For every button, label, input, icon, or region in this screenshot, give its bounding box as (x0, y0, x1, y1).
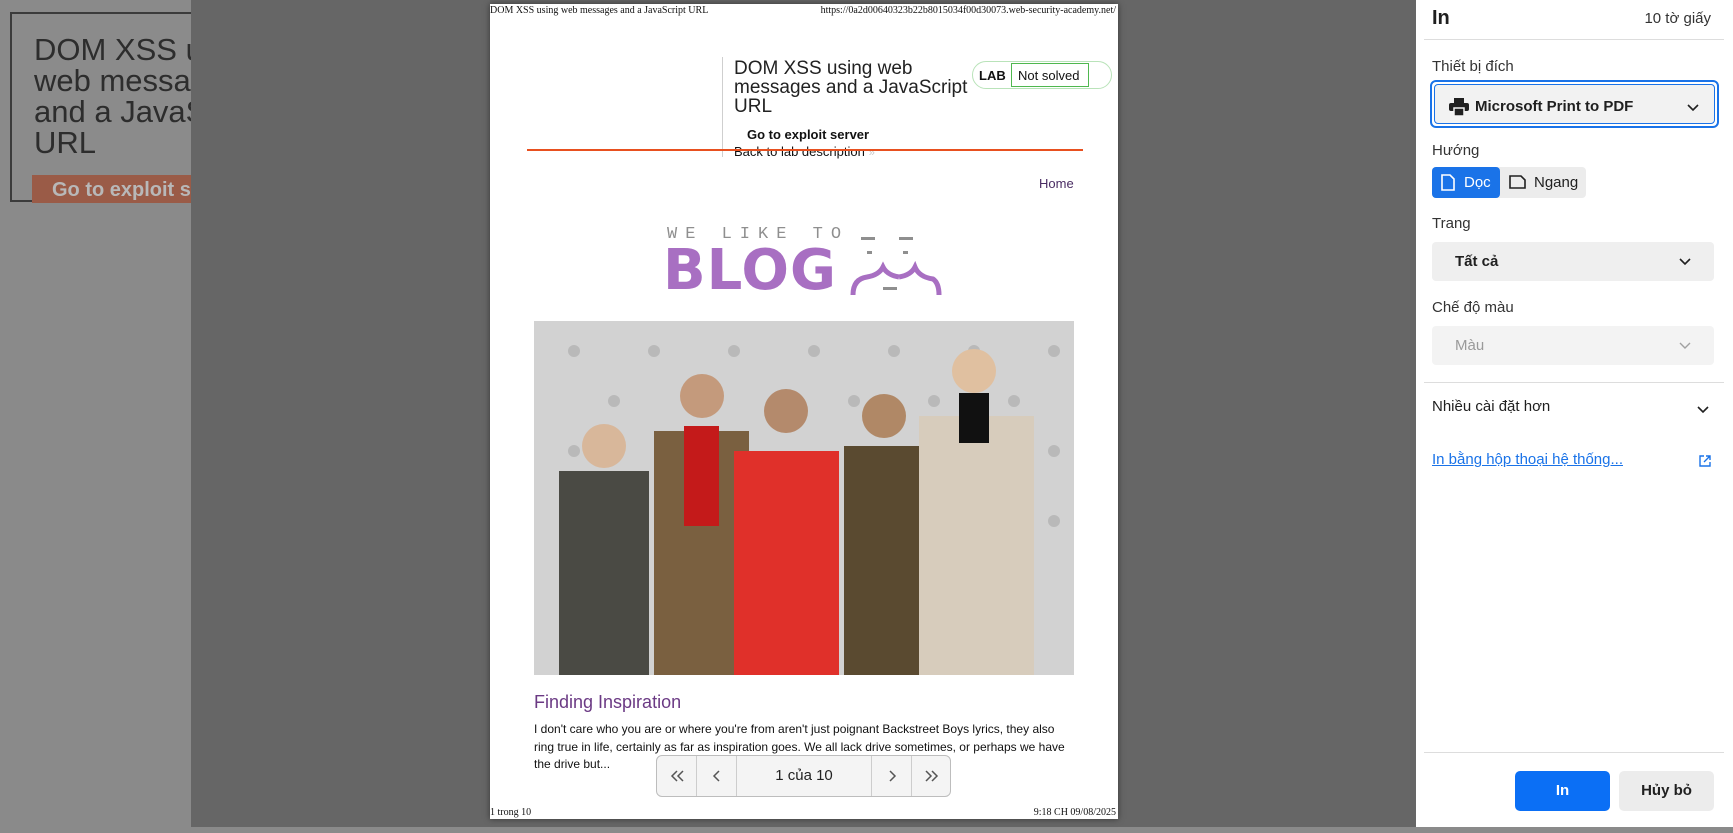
portrait-page-icon (1441, 174, 1455, 191)
lab-header-divider (722, 57, 723, 157)
color-mode-value: Màu (1455, 337, 1485, 354)
logo-word: BLOG (663, 238, 837, 303)
external-link-icon (1699, 455, 1711, 467)
back-to-description-link[interactable]: Back to lab description» (734, 144, 875, 159)
post-title[interactable]: Finding Inspiration (534, 692, 681, 713)
orientation-portrait-button[interactable]: Dọc (1432, 167, 1500, 198)
color-mode-label: Chế độ màu (1432, 299, 1514, 316)
page-header-title: DOM XSS using web messages and a JavaScr… (490, 5, 709, 16)
section-divider (1424, 382, 1724, 383)
orientation-landscape-button[interactable]: Ngang (1500, 167, 1586, 198)
lab-badge-label: LAB (979, 68, 1006, 83)
lab-header: DOM XSS using web messages and a JavaScr… (527, 49, 1112, 159)
next-page-button[interactable] (872, 756, 912, 796)
destination-value: Microsoft Print to PDF (1475, 98, 1634, 115)
sheet-count: 10 tờ giấy (1644, 10, 1711, 27)
pages-label: Trang (1432, 215, 1471, 232)
printer-icon (1449, 98, 1469, 116)
header-orange-rule (527, 149, 1083, 151)
more-settings-label: Nhiều cài đặt hơn (1432, 398, 1551, 415)
pages-value: Tất cả (1455, 253, 1499, 270)
more-settings-toggle[interactable]: Nhiều cài đặt hơn (1432, 398, 1714, 422)
double-chevron-right-icon (925, 770, 939, 782)
page-footer-count: 1 trong 10 (490, 807, 532, 818)
landscape-label: Ngang (1534, 174, 1579, 191)
landscape-page-icon (1509, 175, 1526, 189)
lab-status-text: Not solved (1011, 63, 1089, 87)
print-button[interactable]: In (1515, 771, 1610, 811)
lab-status-badge: LAB Not solved (972, 61, 1112, 89)
preview-page: DOM XSS using web messages and a JavaScr… (490, 4, 1118, 819)
chevron-left-icon (712, 770, 720, 782)
blog-logo: WE LIKE TO BLOG (663, 221, 953, 301)
footer-divider (1424, 752, 1724, 753)
chevron-down-icon (1679, 342, 1691, 349)
chevron-down-icon (1687, 104, 1699, 112)
back-link-label: Back to lab description (734, 144, 865, 159)
post-image (534, 321, 1074, 675)
header-divider (1424, 39, 1724, 40)
color-mode-select[interactable]: Màu (1432, 326, 1714, 365)
pages-select[interactable]: Tất cả (1432, 242, 1714, 281)
chevron-right-icon (888, 770, 896, 782)
logo-face-icon (850, 237, 942, 296)
print-settings-panel: In 10 tờ giấy Thiết bị đích Microsoft Pr… (1416, 0, 1733, 827)
chevron-down-icon (1679, 258, 1691, 266)
system-dialog-link[interactable]: In bằng hộp thoại hệ thống... (1432, 451, 1714, 473)
page-header-url: https://0a2d00640323b22b8015034f00d30073… (820, 5, 1116, 16)
destination-label: Thiết bị đích (1432, 58, 1514, 75)
page-footer-timestamp: 9:18 CH 09/08/2025 (1033, 807, 1116, 818)
exploit-server-link[interactable]: Go to exploit server (747, 127, 869, 142)
portrait-label: Dọc (1464, 174, 1491, 191)
dialog-title: In (1432, 7, 1450, 29)
home-link[interactable]: Home (1039, 176, 1074, 191)
previous-page-button[interactable] (697, 756, 737, 796)
destination-select-field: Microsoft Print to PDF (1434, 84, 1715, 124)
lab-title: DOM XSS using web messages and a JavaScr… (734, 58, 968, 117)
page-navigation: 1 của 10 (656, 755, 951, 797)
cancel-button[interactable]: Hủy bỏ (1619, 771, 1714, 811)
system-dialog-label: In bằng hộp thoại hệ thống... (1432, 451, 1623, 468)
orientation-toggle: Dọc Ngang (1432, 167, 1586, 198)
destination-select[interactable]: Microsoft Print to PDF (1430, 80, 1719, 128)
first-page-button[interactable] (657, 756, 697, 796)
orientation-label: Hướng (1432, 142, 1480, 159)
page-indicator: 1 của 10 (737, 756, 872, 796)
last-page-button[interactable] (912, 756, 950, 796)
double-chevron-left-icon (670, 770, 684, 782)
chevron-down-icon (1697, 406, 1709, 414)
